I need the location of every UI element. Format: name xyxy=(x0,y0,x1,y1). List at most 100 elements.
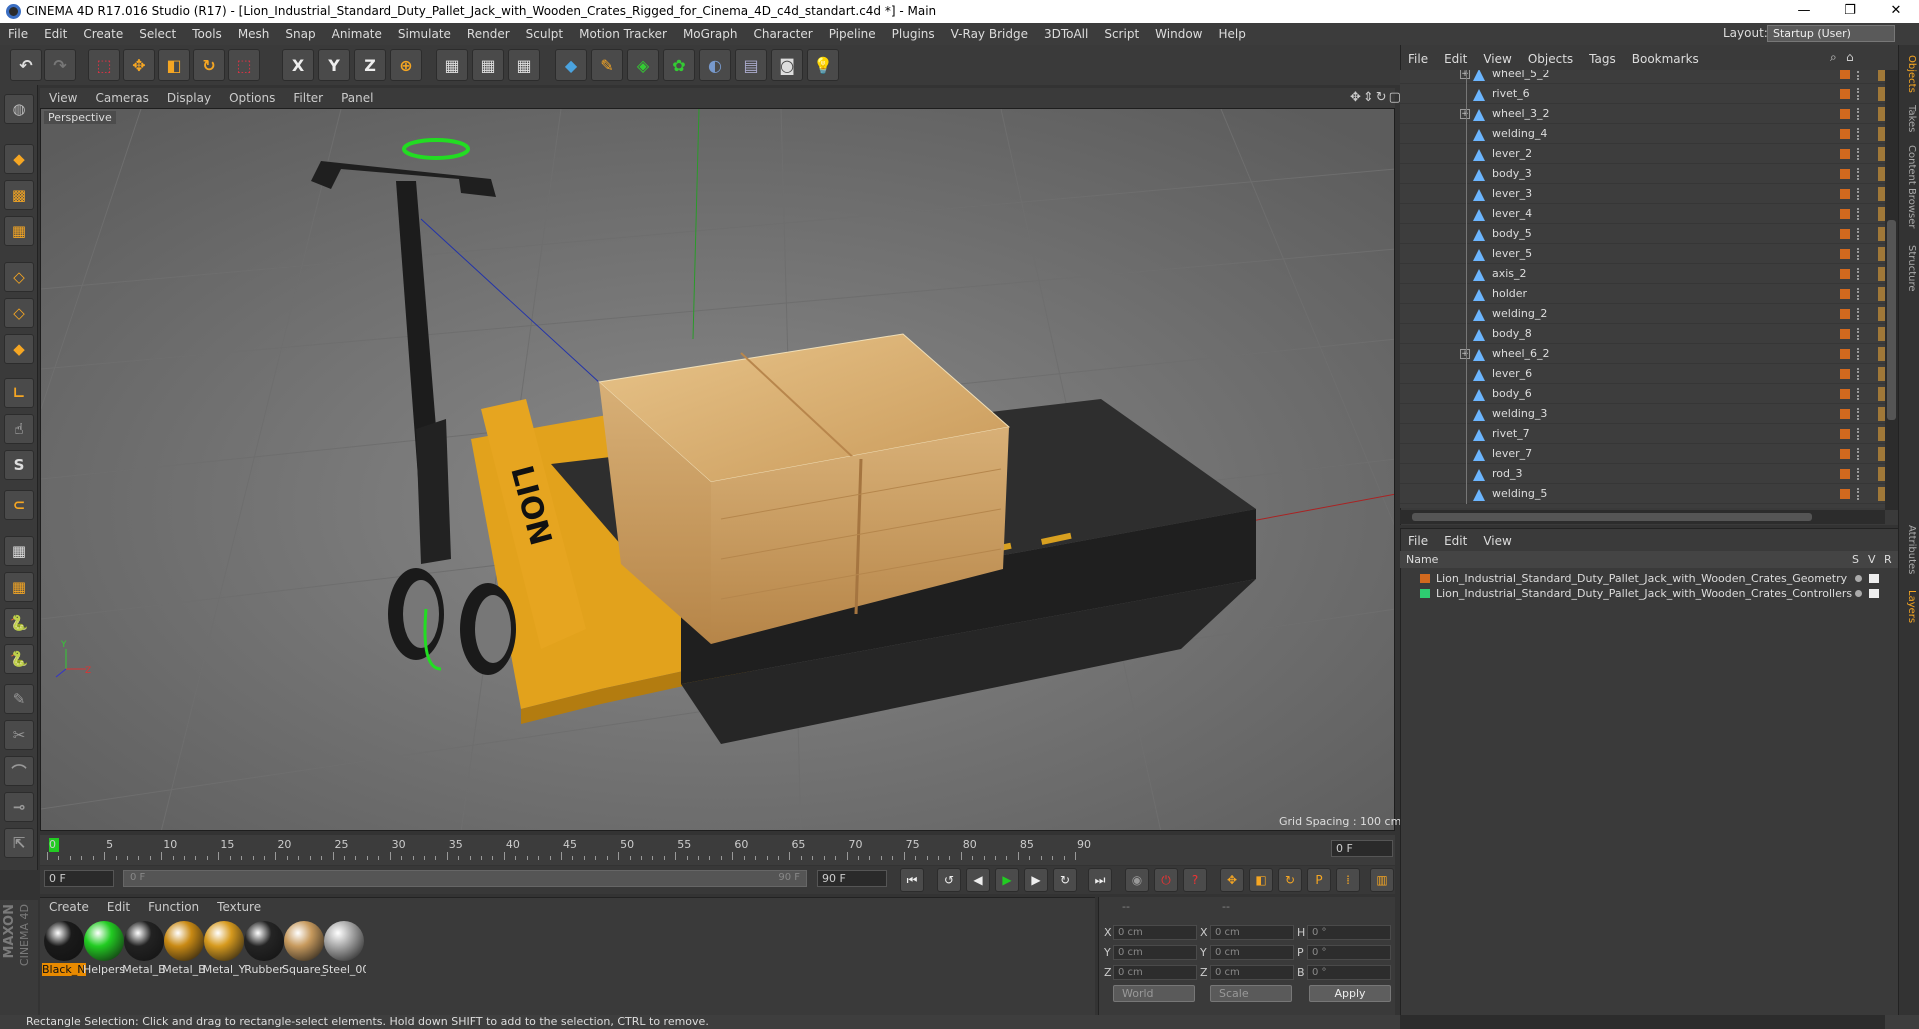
menu-item-render[interactable]: Render xyxy=(459,23,518,45)
bridge-icon[interactable]: ⌒ xyxy=(4,756,34,786)
layer-color-tag[interactable] xyxy=(1840,349,1850,359)
object-row[interactable]: + wheel_5_2 xyxy=(1400,70,1885,84)
side-tab-objects[interactable]: Objects xyxy=(1901,55,1917,93)
autokeying-icon[interactable]: ⏻ xyxy=(1154,868,1178,892)
object-row[interactable]: lever_5 xyxy=(1400,244,1885,264)
sculpt-brush-icon[interactable]: ✎ xyxy=(4,684,34,714)
layer-color-tag[interactable] xyxy=(1840,70,1850,79)
object-row[interactable]: body_6 xyxy=(1400,384,1885,404)
menu-item-3dtoall[interactable]: 3DToAll xyxy=(1036,23,1096,45)
extrude-icon[interactable]: ⇱ xyxy=(4,828,34,858)
menu-item-mograph[interactable]: MoGraph xyxy=(675,23,746,45)
menu-item-edit[interactable]: Edit xyxy=(1436,48,1475,70)
layer-color-tag[interactable] xyxy=(1840,169,1850,179)
camera-icon[interactable]: ◙ xyxy=(771,49,803,81)
coordinate-system-icon[interactable]: ⊕ xyxy=(390,49,422,81)
layer-color-tag[interactable] xyxy=(1840,149,1850,159)
object-search-icon[interactable]: ⌕ xyxy=(1830,50,1837,65)
texture-tag-icon[interactable] xyxy=(1878,427,1885,441)
menu-item-simulate[interactable]: Simulate xyxy=(390,23,459,45)
object-row[interactable]: + wheel_3_2 xyxy=(1400,104,1885,124)
previous-frame-icon[interactable]: ◀ xyxy=(966,868,990,892)
menu-item-window[interactable]: Window xyxy=(1147,23,1210,45)
layer-color-tag[interactable] xyxy=(1840,309,1850,319)
close-button[interactable]: ✕ xyxy=(1873,0,1919,23)
next-keyframe-icon[interactable]: ↻ xyxy=(1053,868,1077,892)
layer-color-tag[interactable] xyxy=(1840,109,1850,119)
menu-item-view[interactable]: View xyxy=(1475,48,1519,70)
maximize-button[interactable]: ❐ xyxy=(1827,0,1873,23)
rotation-p-field[interactable]: 0 ° xyxy=(1307,945,1391,960)
edges-mode-icon[interactable]: ◇ xyxy=(4,298,34,328)
layer-color-tag[interactable] xyxy=(1840,269,1850,279)
layer-color-tag[interactable] xyxy=(1840,129,1850,139)
light-icon[interactable]: 💡 xyxy=(807,49,839,81)
previous-keyframe-icon[interactable]: ↺ xyxy=(937,868,961,892)
layer-color-tag[interactable] xyxy=(1840,89,1850,99)
visibility-dots-icon[interactable] xyxy=(1857,208,1862,220)
menu-item-pipeline[interactable]: Pipeline xyxy=(821,23,884,45)
menu-item-view[interactable]: View xyxy=(40,88,86,108)
texture-tag-icon[interactable] xyxy=(1878,87,1885,101)
menu-item-edit[interactable]: Edit xyxy=(98,897,139,917)
visibility-dots-icon[interactable] xyxy=(1857,388,1862,400)
position-y-field[interactable]: 0 cm xyxy=(1113,945,1197,960)
texture-tag-icon[interactable] xyxy=(1878,347,1885,361)
material-swatch[interactable]: Black_Ne xyxy=(42,921,86,979)
menu-item-options[interactable]: Options xyxy=(220,88,284,108)
material-swatch[interactable]: Metal_Y xyxy=(202,921,246,979)
side-tab-takes[interactable]: Takes xyxy=(1901,105,1917,132)
apply-button[interactable]: Apply xyxy=(1309,985,1391,1002)
layer-color-tag[interactable] xyxy=(1840,249,1850,259)
go-to-end-icon[interactable]: ⏭ xyxy=(1088,868,1112,892)
object-row[interactable]: rod_3 xyxy=(1400,464,1885,484)
layer-color-tag[interactable] xyxy=(1840,329,1850,339)
cloner-icon[interactable]: ✿ xyxy=(663,49,695,81)
menu-item-file[interactable]: File xyxy=(1400,48,1436,70)
object-row[interactable]: welding_5 xyxy=(1400,484,1885,504)
visibility-dots-icon[interactable] xyxy=(1857,88,1862,100)
texture-mode-icon[interactable]: ▩ xyxy=(4,180,34,210)
expand-icon[interactable]: + xyxy=(1460,70,1470,79)
texture-tag-icon[interactable] xyxy=(1878,107,1885,121)
menu-item-tools[interactable]: Tools xyxy=(184,23,230,45)
menu-item-animate[interactable]: Animate xyxy=(324,23,390,45)
layer-color-tag[interactable] xyxy=(1840,189,1850,199)
model-mode-icon[interactable]: ◆ xyxy=(4,144,34,174)
size-y-field[interactable]: 0 cm xyxy=(1210,945,1294,960)
side-tab-attributes[interactable]: Attributes xyxy=(1901,525,1917,574)
visibility-dots-icon[interactable] xyxy=(1857,288,1862,300)
polygons-mode-icon[interactable]: ◆ xyxy=(4,334,34,364)
current-frame-field[interactable]: 0 F xyxy=(1331,840,1393,857)
visibility-dots-icon[interactable] xyxy=(1857,268,1862,280)
object-row[interactable]: lever_6 xyxy=(1400,364,1885,384)
object-list-vscrollbar[interactable] xyxy=(1885,70,1898,510)
workplane-mode-icon[interactable]: ▦ xyxy=(4,216,34,246)
menu-item-mesh[interactable]: Mesh xyxy=(230,23,278,45)
hscroll-thumb[interactable] xyxy=(1412,513,1812,521)
menu-item-texture[interactable]: Texture xyxy=(208,897,270,917)
layer-color-tag[interactable] xyxy=(1840,409,1850,419)
floor-icon[interactable]: ▤ xyxy=(735,49,767,81)
menu-item-panel[interactable]: Panel xyxy=(332,88,382,108)
knife-icon[interactable]: ✂ xyxy=(4,720,34,750)
object-list-hscrollbar[interactable] xyxy=(1400,510,1885,524)
object-row[interactable]: + wheel_6_2 xyxy=(1400,344,1885,364)
material-swatch[interactable]: Helpers xyxy=(82,921,126,979)
object-row[interactable]: axis_2 xyxy=(1400,264,1885,284)
object-row[interactable]: lever_7 xyxy=(1400,444,1885,464)
object-list[interactable]: + wheel_5_2 rivet_6 + wheel_3_2 welding_4 leve… xyxy=(1400,70,1885,508)
make-editable-icon[interactable]: ◍ xyxy=(4,94,34,124)
texture-tag-icon[interactable] xyxy=(1878,367,1885,381)
menu-item-file[interactable]: File xyxy=(0,23,36,45)
solo-toggle-icon[interactable] xyxy=(1855,575,1862,582)
object-row[interactable]: welding_4 xyxy=(1400,124,1885,144)
texture-tag-icon[interactable] xyxy=(1878,247,1885,261)
size-x-field[interactable]: 0 cm xyxy=(1210,925,1294,940)
visibility-dots-icon[interactable] xyxy=(1857,488,1862,500)
vscroll-thumb[interactable] xyxy=(1887,220,1896,420)
redo-icon[interactable]: ↷ xyxy=(44,49,76,81)
menu-item-select[interactable]: Select xyxy=(131,23,184,45)
side-tab-layers[interactable]: Layers xyxy=(1901,590,1917,623)
record-position-icon[interactable]: ✥ xyxy=(1220,868,1244,892)
